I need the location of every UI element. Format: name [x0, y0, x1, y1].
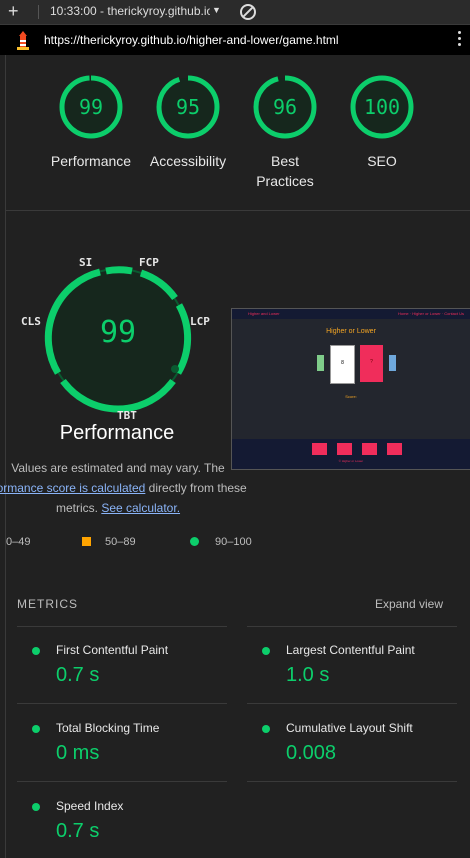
- screenshot-heading: Higher or Lower: [326, 328, 376, 335]
- metric-value: 0.008: [286, 742, 337, 764]
- performance-note: Values are estimated and may vary. The r…: [0, 458, 256, 518]
- gauge-score: 95: [175, 95, 201, 119]
- pass-circle-icon: [262, 725, 270, 733]
- tab-dropdown-icon[interactable]: ▼: [212, 5, 221, 15]
- screenshot-lower-button: [389, 355, 396, 371]
- lighthouse-icon: [17, 31, 29, 50]
- gauge-label: Accessibility: [149, 153, 227, 169]
- browser-tab-bar: + 10:33:00 - therickyroy.github.io ▼: [0, 0, 470, 25]
- metric-divider: [247, 703, 457, 704]
- performance-title: Performance: [59, 422, 175, 444]
- metric-name: Cumulative Layout Shift: [286, 721, 413, 735]
- gauge-label-tbt: TBT: [117, 409, 137, 422]
- gauge-seo[interactable]: 100 SEO: [332, 75, 432, 171]
- legend-pass: 90–100: [190, 536, 252, 548]
- metric-value: 0.7 s: [56, 664, 100, 686]
- section-divider: [6, 210, 470, 211]
- gauge-label-fcp: FCP: [139, 256, 159, 269]
- gauge-label-cls: CLS: [21, 315, 41, 328]
- metric-divider: [17, 626, 227, 627]
- metric-value: 0 ms: [56, 742, 100, 764]
- gauge-ring: 99: [59, 75, 123, 139]
- panel-border: [5, 55, 6, 858]
- screenshot-higher-button: [317, 355, 324, 371]
- gauge-best-practices[interactable]: 96 Best Practices: [235, 75, 335, 191]
- screenshot-footer: © Higher or Lower: [232, 439, 470, 469]
- gauge-label: Performance: [50, 153, 132, 169]
- tab-separator: [38, 5, 39, 19]
- performance-gauge: 99: [25, 245, 211, 431]
- gauge-score: 99: [78, 95, 104, 119]
- pass-circle-icon: [262, 647, 270, 655]
- pass-circle-icon: [32, 803, 40, 811]
- note-text: Values are estimated and may vary. The: [11, 461, 225, 475]
- metric-name: First Contentful Paint: [56, 643, 169, 657]
- pass-circle-icon: [32, 647, 40, 655]
- legend-average-label: 50–89: [105, 536, 136, 548]
- metrics-heading: METRICS: [17, 597, 78, 611]
- blocked-icon[interactable]: [240, 4, 256, 20]
- new-tab-icon[interactable]: +: [8, 1, 19, 21]
- legend-fail-label: 0–49: [6, 536, 31, 548]
- page-screenshot[interactable]: Higher and Lower Home · Higher or Lower …: [231, 308, 470, 470]
- screenshot-nav-links: Home · Higher or Lower · Contact Us: [397, 311, 464, 316]
- metric-divider: [17, 781, 227, 782]
- metric-divider: [17, 703, 227, 704]
- tab-title[interactable]: 10:33:00 - therickyroy.github.io: [50, 4, 210, 18]
- screenshot-footer-icon: [337, 443, 352, 455]
- pass-circle-icon: [32, 725, 40, 733]
- gauge-ring: 100: [350, 75, 414, 139]
- score-calculated-link[interactable]: rformance score is calculated: [0, 481, 145, 495]
- metric-divider: [247, 781, 457, 782]
- performance-score: 99: [99, 315, 137, 350]
- gauge-label-lcp: LCP: [190, 315, 210, 328]
- screenshot-footer-icon: [387, 443, 402, 455]
- screenshot-footer-icon: [362, 443, 377, 455]
- metric-name: Largest Contentful Paint: [286, 643, 415, 657]
- screenshot-card-right-value: ?: [370, 359, 373, 365]
- see-calculator-link[interactable]: See calculator.: [101, 501, 180, 515]
- gauge-label: SEO: [367, 153, 397, 169]
- metric-name: Speed Index: [56, 799, 124, 813]
- gauge-label-si: SI: [79, 256, 93, 269]
- gauge-score: 100: [363, 95, 401, 119]
- gauge-accessibility[interactable]: 95 Accessibility: [138, 75, 238, 171]
- pass-circle-icon: [190, 537, 199, 546]
- gauge-label: Best Practices: [256, 153, 314, 189]
- metric-value: 1.0 s: [286, 664, 330, 686]
- screenshot-card-right: ?: [360, 345, 383, 382]
- screenshot-footer-text: © Higher or Lower: [338, 459, 364, 463]
- screenshot-card-left: 8: [330, 345, 355, 384]
- legend-average: 50–89: [82, 536, 136, 548]
- screenshot-footer-icon: [312, 443, 327, 455]
- screenshot-card-left-value: 8: [341, 360, 344, 366]
- screenshot-score: Score:: [345, 394, 357, 399]
- expand-view-button[interactable]: Expand view: [375, 597, 443, 611]
- gauge-score: 96: [272, 95, 298, 119]
- address-bar: https://therickyroy.github.io/higher-and…: [0, 25, 470, 55]
- url-text[interactable]: https://therickyroy.github.io/higher-and…: [44, 33, 339, 47]
- metric-value: 0.7 s: [56, 820, 100, 842]
- metric-name: Total Blocking Time: [56, 721, 160, 735]
- gauge-ring: 95: [156, 75, 220, 139]
- gauge-ring: 96: [253, 75, 317, 139]
- legend-pass-label: 90–100: [215, 536, 252, 548]
- screenshot-nav-brand: Higher and Lower: [248, 311, 280, 316]
- metric-divider: [247, 626, 457, 627]
- more-options-icon[interactable]: [458, 31, 462, 49]
- gauge-performance[interactable]: 99 Performance: [41, 75, 141, 171]
- average-square-icon: [82, 537, 91, 546]
